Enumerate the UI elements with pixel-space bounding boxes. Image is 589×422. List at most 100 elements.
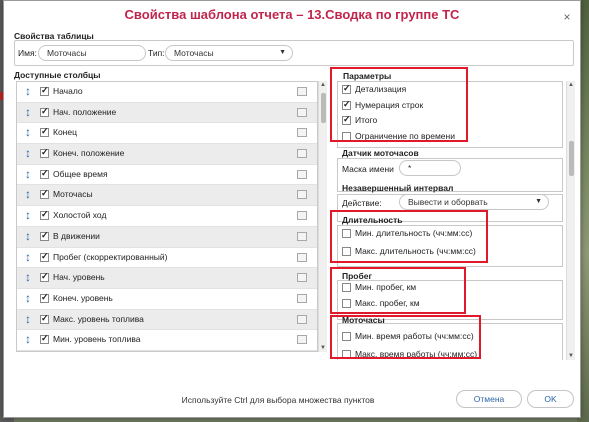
column-checkbox[interactable] bbox=[40, 209, 49, 221]
edit-icon[interactable] bbox=[297, 314, 307, 324]
edit-icon[interactable] bbox=[297, 128, 307, 138]
close-icon[interactable]: × bbox=[560, 10, 574, 24]
engine-hours-option-label: Макс. время работы (чч:мм:сс) bbox=[355, 349, 478, 359]
engine-hours-checkbox[interactable] bbox=[342, 350, 351, 360]
list-item[interactable]: ↕ Пробег (скорректированный) bbox=[17, 248, 317, 269]
up-down-arrow-icon[interactable]: ↕ bbox=[25, 271, 31, 284]
parameters-scrollbar-thumb[interactable] bbox=[569, 141, 574, 176]
columns-scrollbar[interactable]: ▲ ▼ bbox=[318, 81, 327, 352]
list-item[interactable]: ↕ Моточасы bbox=[17, 185, 317, 207]
column-checkbox[interactable] bbox=[40, 147, 49, 159]
edit-icon[interactable] bbox=[297, 293, 307, 303]
name-input[interactable]: Моточасы bbox=[38, 45, 146, 61]
column-label: Пробег (скорректированный) bbox=[53, 251, 168, 262]
mileage-checkbox[interactable] bbox=[342, 299, 351, 309]
edit-icon[interactable] bbox=[297, 211, 307, 221]
column-checkbox[interactable] bbox=[40, 168, 49, 179]
mileage-title: Пробег bbox=[342, 271, 373, 281]
up-down-arrow-icon[interactable]: ↕ bbox=[25, 291, 31, 305]
list-item[interactable]: ↕ Начало bbox=[17, 82, 317, 103]
parameters-option-label: Итого bbox=[355, 115, 378, 125]
up-down-arrow-icon[interactable]: ↕ bbox=[25, 312, 31, 326]
engine-hours-option[interactable]: Макс. время работы (чч:мм:сс) bbox=[342, 349, 478, 360]
list-item[interactable]: ↕ В движении bbox=[17, 226, 317, 248]
column-label: Конеч. уровень bbox=[53, 292, 113, 303]
up-down-arrow-icon[interactable]: ↕ bbox=[25, 105, 31, 119]
list-item[interactable]: ↕ Мин. уровень топлива bbox=[17, 330, 317, 351]
mask-input[interactable]: * bbox=[399, 160, 461, 176]
column-checkbox[interactable] bbox=[40, 292, 49, 303]
mileage-option[interactable]: Макс. пробег, км bbox=[342, 298, 420, 309]
column-checkbox[interactable] bbox=[40, 271, 49, 283]
scroll-down-icon[interactable]: ▼ bbox=[567, 352, 575, 360]
list-item[interactable]: ↕ Макс. уровень топлива bbox=[17, 309, 317, 331]
up-down-arrow-icon[interactable]: ↕ bbox=[25, 167, 31, 181]
edit-icon[interactable] bbox=[297, 169, 307, 179]
edit-icon[interactable] bbox=[297, 231, 307, 241]
list-item[interactable]: ↕ Холостой ход bbox=[17, 206, 317, 227]
engine-hours-checkbox[interactable] bbox=[342, 332, 351, 342]
up-down-arrow-icon[interactable]: ↕ bbox=[25, 147, 31, 160]
mileage-option-label: Макс. пробег, км bbox=[355, 298, 420, 308]
column-checkbox[interactable] bbox=[40, 85, 49, 96]
parameters-checkbox[interactable] bbox=[342, 99, 351, 110]
list-item[interactable]: ↕ Нач. положение bbox=[17, 102, 317, 124]
list-item[interactable]: ↕ Конеч. положение bbox=[17, 144, 317, 165]
up-down-arrow-icon[interactable]: ↕ bbox=[25, 333, 31, 346]
edit-icon[interactable] bbox=[297, 335, 307, 345]
parameters-option[interactable]: Ограничение по времени bbox=[342, 131, 455, 141]
edit-icon[interactable] bbox=[297, 107, 307, 117]
column-checkbox[interactable] bbox=[40, 188, 49, 200]
column-checkbox[interactable] bbox=[40, 251, 49, 262]
parameters-checkbox[interactable] bbox=[342, 83, 351, 95]
up-down-arrow-icon[interactable]: ↕ bbox=[25, 85, 31, 98]
edit-icon[interactable] bbox=[297, 87, 307, 96]
engine-hours-option[interactable]: Мин. время работы (чч:мм:сс) bbox=[342, 331, 474, 342]
action-select[interactable]: Вывести и оборвать ▼ bbox=[399, 194, 549, 210]
scroll-up-icon[interactable]: ▲ bbox=[319, 81, 327, 89]
report-template-dialog: Свойства шаблона отчета – 13.Сводка по г… bbox=[3, 0, 581, 418]
list-item[interactable]: ↕ Конеч. уровень bbox=[17, 289, 317, 310]
column-checkbox[interactable] bbox=[40, 313, 49, 324]
column-checkbox[interactable] bbox=[40, 126, 49, 138]
type-select[interactable]: Моточасы ▼ bbox=[165, 45, 293, 61]
parameters-checkbox[interactable] bbox=[342, 131, 351, 141]
edit-icon[interactable] bbox=[297, 149, 307, 159]
list-item[interactable]: ↕ Общее время bbox=[17, 165, 317, 186]
mileage-checkbox[interactable] bbox=[342, 283, 351, 293]
engine-hours-option-label: Мин. время работы (чч:мм:сс) bbox=[355, 331, 474, 341]
edit-icon[interactable] bbox=[297, 273, 307, 283]
columns-list: ↕ Начало ↕ Нач. положение ↕ Конец ↕ Конеч. поло… bbox=[16, 81, 318, 352]
edit-icon[interactable] bbox=[297, 190, 307, 200]
parameters-option[interactable]: Итого bbox=[342, 114, 378, 126]
duration-option[interactable]: Мин. длительность (чч:мм:сс) bbox=[342, 228, 473, 239]
up-down-arrow-icon[interactable]: ↕ bbox=[25, 188, 31, 201]
column-checkbox[interactable] bbox=[40, 333, 49, 345]
scroll-up-icon[interactable]: ▲ bbox=[567, 81, 575, 89]
column-checkbox[interactable] bbox=[40, 106, 49, 117]
duration-checkbox[interactable] bbox=[342, 229, 351, 239]
up-down-arrow-icon[interactable]: ↕ bbox=[25, 126, 31, 139]
up-down-arrow-icon[interactable]: ↕ bbox=[25, 229, 31, 243]
up-down-arrow-icon[interactable]: ↕ bbox=[25, 250, 31, 264]
parameters-panel: Параметры Детализация Нумерация строк Итог… bbox=[333, 70, 578, 360]
parameters-checkbox[interactable] bbox=[342, 114, 351, 126]
parameters-scrollbar[interactable]: ▲ ▼ bbox=[566, 81, 575, 360]
up-down-arrow-icon[interactable]: ↕ bbox=[25, 209, 31, 222]
column-checkbox[interactable] bbox=[40, 230, 49, 241]
list-item[interactable]: ↕ Конец bbox=[17, 123, 317, 145]
columns-scrollbar-thumb[interactable] bbox=[321, 93, 326, 123]
scroll-down-icon[interactable]: ▼ bbox=[319, 344, 327, 352]
incomplete-title: Незавершенный интервал bbox=[342, 183, 454, 193]
duration-checkbox[interactable] bbox=[342, 247, 351, 257]
mileage-option[interactable]: Мин. пробег, км bbox=[342, 282, 416, 293]
duration-option-label: Мин. длительность (чч:мм:сс) bbox=[355, 228, 473, 238]
edit-icon[interactable] bbox=[297, 252, 307, 262]
duration-option[interactable]: Макс. длительность (чч:мм:сс) bbox=[342, 246, 476, 257]
cancel-button[interactable]: Отмена bbox=[456, 390, 522, 408]
column-label: Начало bbox=[53, 86, 83, 96]
ok-button[interactable]: OK bbox=[527, 390, 574, 408]
parameters-option[interactable]: Детализация bbox=[342, 83, 406, 95]
parameters-option[interactable]: Нумерация строк bbox=[342, 99, 423, 110]
list-item[interactable]: ↕ Нач. уровень bbox=[17, 268, 317, 289]
